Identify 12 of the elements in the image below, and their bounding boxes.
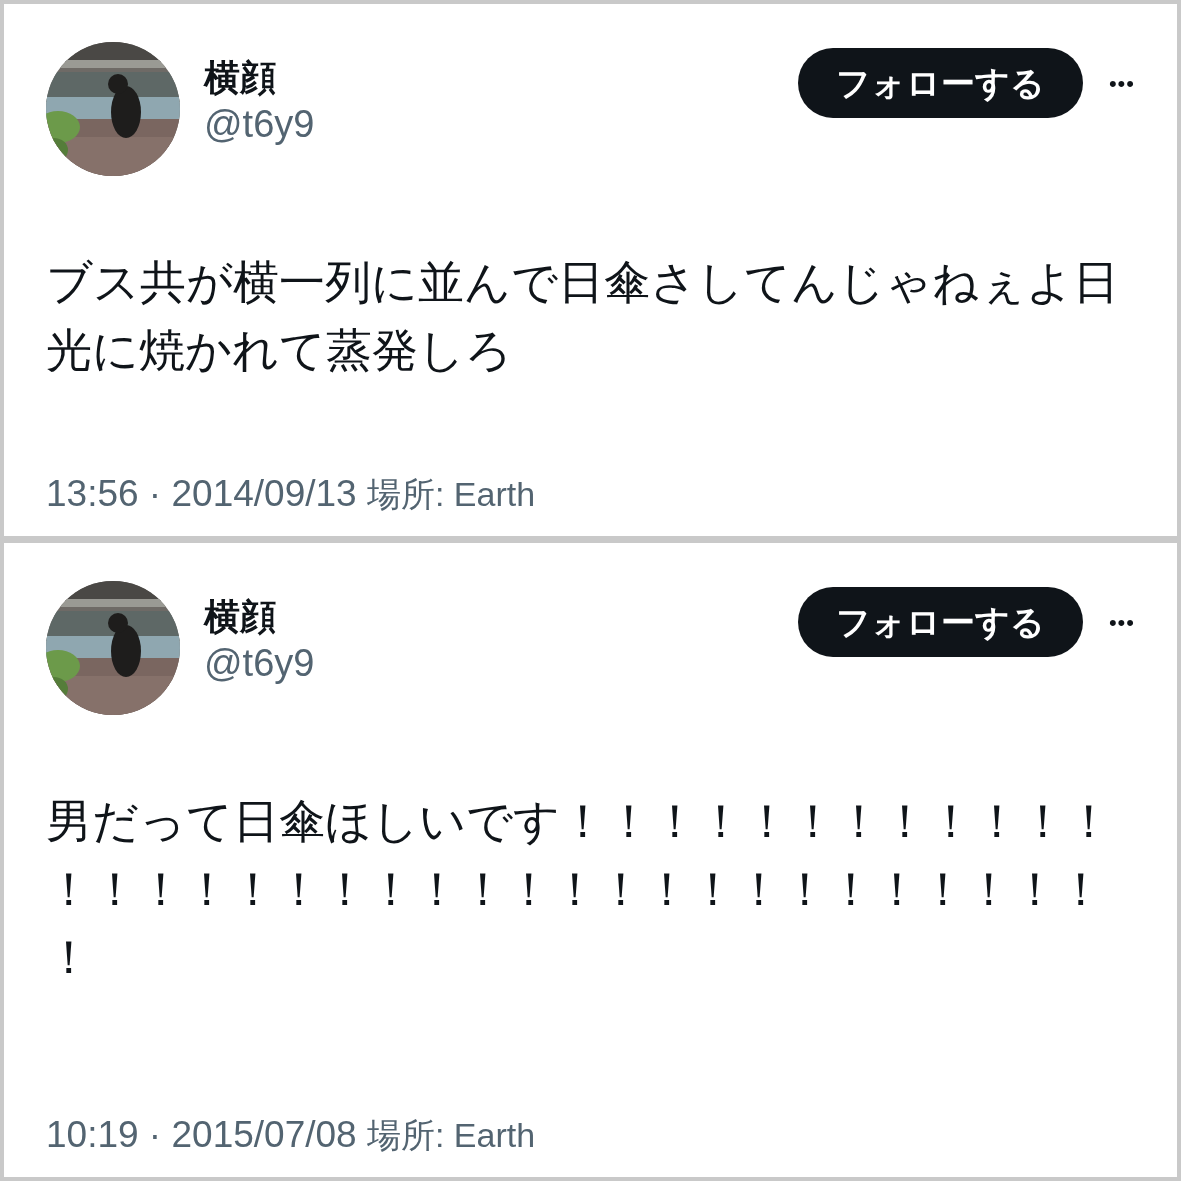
follow-button[interactable]: フォローする — [797, 587, 1083, 657]
more-button[interactable]: ••• — [1108, 48, 1135, 118]
user-handle: @t6y9 — [204, 102, 315, 147]
tweet-text: 男だって日傘ほしいです！！！！！！！！！！！！！！！！！！！！！！！！！！！！！！！！！！！！ — [46, 794, 1113, 985]
tweet-timestamp: 10:19 · 2015/07/08 場所: Earth — [46, 1113, 537, 1157]
user-name: 横顔 — [204, 56, 277, 100]
user-name: 横顔 — [204, 595, 277, 639]
follow-button[interactable]: フォローする — [797, 48, 1083, 118]
more-button[interactable]: ••• — [1108, 587, 1135, 657]
user-handle: @t6y9 — [204, 641, 315, 686]
tweet-timestamp: 13:56 · 2014/09/13 場所: Earth — [46, 472, 537, 516]
tweet-text: ブス共が横一列に並んで日傘さしてんじゃねぇよ日光に焼かれて蒸発しろ — [46, 255, 1120, 378]
